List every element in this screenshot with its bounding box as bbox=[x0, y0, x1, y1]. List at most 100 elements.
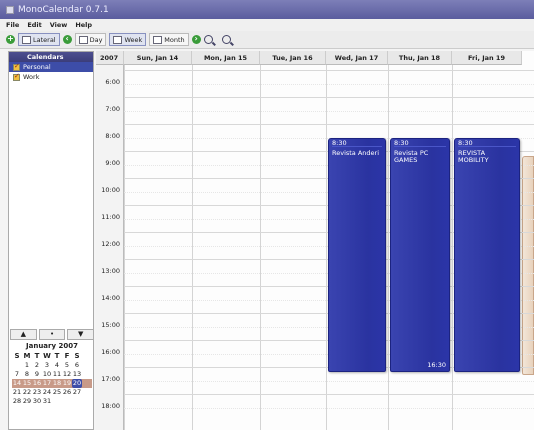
mini-calendar-nav: ▲ • ▼ bbox=[10, 329, 95, 340]
prev-month-button[interactable]: ▲ bbox=[10, 329, 37, 340]
menu-edit[interactable]: Edit bbox=[27, 21, 41, 29]
mini-calendar-day[interactable]: 31 bbox=[42, 397, 52, 406]
mini-calendar: S M T W T F S 1 2 3 4 5 6 7 8 9 10 11 12 13 14 15 16 17 18 19 20 21… bbox=[12, 352, 92, 406]
menu-help[interactable]: Help bbox=[75, 21, 92, 29]
mini-calendar-day[interactable]: 17 bbox=[42, 379, 52, 388]
mini-calendar-day[interactable]: 18 bbox=[52, 379, 62, 388]
mini-calendar-day[interactable]: 1 bbox=[22, 361, 32, 370]
day-divider bbox=[124, 65, 125, 430]
sidebar: Calendars Personal Work ▲ • ▼ January 20… bbox=[8, 51, 95, 430]
app-icon bbox=[6, 5, 14, 14]
toolbar: + Lateral ‹ Day Week Month › bbox=[0, 31, 534, 49]
hour-label: 11:00 bbox=[101, 213, 120, 221]
checkbox-icon[interactable] bbox=[13, 62, 20, 71]
mini-calendar-day bbox=[62, 397, 72, 406]
mini-calendar-day[interactable]: 13 bbox=[72, 370, 82, 379]
hour-label: 7:00 bbox=[105, 105, 120, 113]
mini-calendar-day[interactable]: 27 bbox=[72, 388, 82, 397]
day-divider bbox=[452, 65, 453, 430]
mini-calendar-day[interactable]: 11 bbox=[52, 370, 62, 379]
mini-calendar-day[interactable]: 16 bbox=[32, 379, 42, 388]
zoom-out-icon[interactable] bbox=[221, 35, 231, 44]
week-button[interactable]: Week bbox=[109, 33, 147, 46]
add-icon[interactable]: + bbox=[6, 35, 15, 44]
today-button[interactable]: • bbox=[38, 329, 66, 340]
next-month-button[interactable]: ▼ bbox=[67, 329, 95, 340]
lateral-label: Lateral bbox=[33, 35, 56, 44]
mini-calendar-day[interactable]: 3 bbox=[42, 361, 52, 370]
day-header[interactable]: Thu, Jan 18 bbox=[388, 51, 452, 65]
hour-gridline bbox=[124, 70, 534, 71]
mini-calendar-day[interactable]: 29 bbox=[22, 397, 32, 406]
mini-calendar-day[interactable]: 28 bbox=[12, 397, 22, 406]
mini-calendar-day[interactable]: 23 bbox=[32, 388, 42, 397]
mini-calendar-day[interactable]: 2 bbox=[32, 361, 42, 370]
event-partial-saturday[interactable] bbox=[522, 156, 534, 375]
mini-calendar-day[interactable]: 25 bbox=[52, 388, 62, 397]
calendar-item-personal[interactable]: Personal bbox=[9, 62, 93, 72]
mini-calendar-week: 7 8 9 10 11 12 13 bbox=[12, 370, 92, 379]
mini-calendar-day[interactable]: 6 bbox=[72, 361, 82, 370]
hour-label: 14:00 bbox=[101, 294, 120, 302]
half-hour-gridline bbox=[124, 380, 534, 382]
event-start-time: 8:30 bbox=[458, 139, 516, 147]
mini-calendar-week: 28 29 30 31 bbox=[12, 397, 92, 406]
mini-calendar-day[interactable]: 7 bbox=[12, 370, 22, 379]
mini-calendar-day[interactable]: 21 bbox=[12, 388, 22, 397]
mini-calendar-day[interactable]: 12 bbox=[62, 370, 72, 379]
event-start-time: 8:30 bbox=[394, 139, 446, 147]
mini-calendar-day bbox=[52, 397, 62, 406]
day-header[interactable]: Mon, Jan 15 bbox=[192, 51, 260, 65]
mini-calendar-day[interactable]: 15 bbox=[22, 379, 32, 388]
mini-calendar-day[interactable]: 8 bbox=[22, 370, 32, 379]
calendar-item-work[interactable]: Work bbox=[9, 72, 93, 82]
year-label: 2007 bbox=[96, 51, 124, 65]
day-divider bbox=[388, 65, 389, 430]
calendar-label: Personal bbox=[23, 63, 51, 71]
event-end-time: 16:30 bbox=[427, 360, 446, 369]
mini-calendar-day[interactable]: 10 bbox=[42, 370, 52, 379]
day-button[interactable]: Day bbox=[74, 33, 107, 46]
forward-icon[interactable]: › bbox=[191, 35, 201, 44]
day-divider bbox=[260, 65, 261, 430]
month-button[interactable]: Month bbox=[149, 33, 189, 46]
day-header[interactable]: Tue, Jan 16 bbox=[260, 51, 326, 65]
zoom-in-icon[interactable] bbox=[203, 35, 213, 44]
menu-bar: File Edit View Help bbox=[0, 19, 534, 31]
menu-file[interactable]: File bbox=[6, 21, 19, 29]
mini-calendar-day[interactable]: 14 bbox=[12, 379, 22, 388]
calendar-event[interactable]: 8:30 Revista Anderi bbox=[328, 137, 386, 372]
mini-calendar-day[interactable]: 22 bbox=[22, 388, 32, 397]
day-icon bbox=[78, 35, 88, 44]
weekday-header: S bbox=[14, 352, 20, 360]
weekday-header: T bbox=[54, 352, 60, 360]
week-icon bbox=[113, 35, 123, 44]
day-header[interactable]: Fri, Jan 19 bbox=[452, 51, 522, 65]
mini-calendar-day[interactable]: 5 bbox=[62, 361, 72, 370]
month-icon bbox=[153, 35, 163, 44]
mini-calendar-day[interactable]: 20 bbox=[72, 379, 82, 388]
hour-label: 8:00 bbox=[105, 132, 120, 140]
day-header[interactable]: Wed, Jan 17 bbox=[326, 51, 388, 65]
weekday-header: T bbox=[34, 352, 40, 360]
calendar-event[interactable]: 8:30 REVISTA MOBILITY bbox=[454, 137, 520, 372]
half-hour-gridline bbox=[124, 110, 534, 112]
hour-gridline bbox=[124, 124, 534, 125]
mini-calendar-day[interactable]: 19 bbox=[62, 379, 72, 388]
calendars-header: Calendars bbox=[9, 52, 93, 62]
menu-view[interactable]: View bbox=[50, 21, 68, 29]
mini-calendar-day[interactable]: 30 bbox=[32, 397, 42, 406]
day-divider bbox=[192, 65, 193, 430]
hour-label: 16:00 bbox=[101, 348, 120, 356]
mini-calendar-day[interactable]: 4 bbox=[52, 361, 62, 370]
lateral-button[interactable]: Lateral bbox=[18, 33, 60, 46]
mini-calendar-day[interactable]: 26 bbox=[62, 388, 72, 397]
mini-calendar-day[interactable]: 24 bbox=[42, 388, 52, 397]
calendar-event[interactable]: 8:30 Revista PC GAMES 16:30 bbox=[390, 137, 450, 372]
checkbox-icon[interactable] bbox=[13, 72, 20, 81]
back-icon[interactable]: ‹ bbox=[62, 35, 72, 44]
day-header[interactable]: Sun, Jan 14 bbox=[124, 51, 192, 65]
mini-calendar-day[interactable]: 9 bbox=[32, 370, 42, 379]
hour-label: 12:00 bbox=[101, 240, 120, 248]
event-title: Revista Anderi bbox=[332, 148, 380, 157]
